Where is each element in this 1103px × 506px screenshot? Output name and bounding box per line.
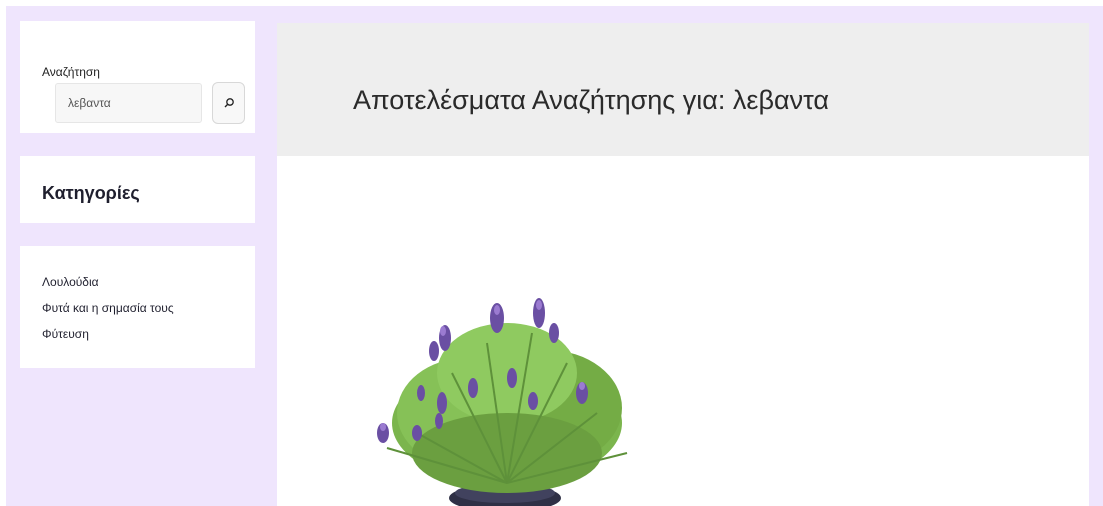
search-input[interactable]	[55, 83, 202, 123]
category-link-flowers[interactable]: Λουλούδια	[42, 275, 99, 289]
page-background: Αναζήτηση Κατηγορίες Λουλούδια Φυτά και …	[6, 6, 1103, 506]
lavender-plant-image[interactable]	[357, 293, 647, 506]
category-links-widget: Λουλούδια Φυτά και η σημασία τους Φύτευσ…	[20, 246, 255, 368]
results-header: Αποτελέσματα Αναζήτησης για: λεβαντα	[277, 23, 1089, 156]
category-link-plants-meaning[interactable]: Φυτά και η σημασία τους	[42, 301, 174, 315]
categories-widget: Κατηγορίες	[20, 156, 255, 223]
search-label: Αναζήτηση	[42, 65, 100, 79]
search-button[interactable]	[212, 82, 245, 124]
page-title: Αποτελέσματα Αναζήτησης για: λεβαντα	[353, 85, 829, 115]
search-widget: Αναζήτηση	[20, 21, 255, 133]
categories-title: Κατηγορίες	[42, 183, 140, 203]
search-icon	[224, 98, 234, 108]
category-link-planting[interactable]: Φύτευση	[42, 327, 89, 341]
main-content: Αποτελέσματα Αναζήτησης για: λεβαντα	[277, 23, 1089, 506]
